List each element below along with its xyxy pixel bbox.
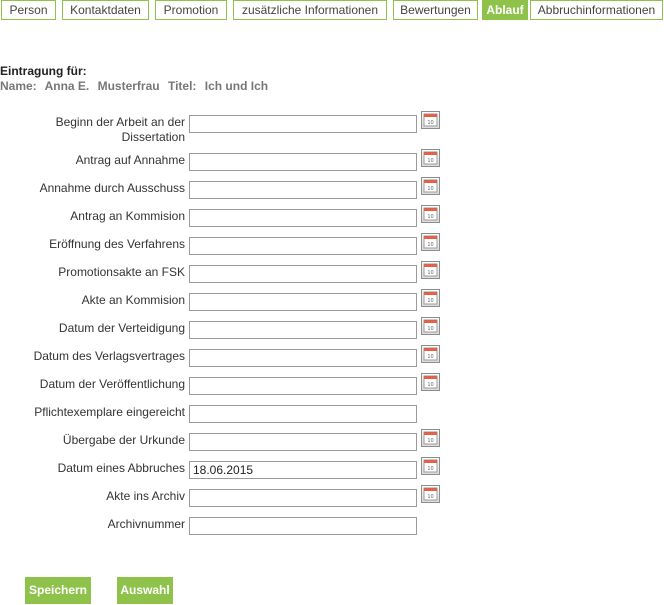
field-label-line: Datum der Veröffentlichung xyxy=(39,377,185,391)
svg-text:10: 10 xyxy=(427,214,433,220)
field-label: Datum der Verteidigung xyxy=(59,321,185,336)
date-input[interactable] xyxy=(189,153,417,171)
tab-promotion[interactable]: Promotion xyxy=(155,0,227,20)
field-label: Datum des Verlagsvertrages xyxy=(34,349,185,364)
calendar-icon[interactable]: 10 xyxy=(421,373,440,391)
field-label-line: Eröffnung des Verfahrens xyxy=(49,237,185,251)
entry-title: Eintragung für: xyxy=(0,64,87,78)
svg-text:10: 10 xyxy=(427,494,433,500)
calendar-icon[interactable]: 10 xyxy=(421,177,440,195)
svg-text:10: 10 xyxy=(427,120,433,126)
date-input[interactable] xyxy=(189,265,417,283)
tab-person[interactable]: Person xyxy=(1,0,56,20)
field-label-line: Datum des Verlagsvertrages xyxy=(33,349,185,363)
date-input[interactable] xyxy=(189,405,417,423)
field-label: Akte ins Archiv xyxy=(106,489,185,504)
field-label-line: Archivnummer xyxy=(107,517,185,531)
entry-info: Eintragung für: Name: Anna E. Musterfrau… xyxy=(0,64,273,93)
date-input[interactable] xyxy=(189,321,417,339)
date-input[interactable] xyxy=(189,209,417,227)
calendar-icon[interactable]: 10 xyxy=(421,111,440,129)
field-label-line: Beginn der Arbeit an der xyxy=(55,115,185,129)
date-input[interactable] xyxy=(189,433,417,451)
field-label: Promotionsakte an FSK xyxy=(58,265,185,280)
name-value: Anna E. xyxy=(44,79,90,93)
field-label: Akte an Kommision xyxy=(82,293,185,308)
tab-zusaetzliche-informationen[interactable]: zusätzliche Informationen xyxy=(233,0,387,20)
svg-text:10: 10 xyxy=(427,354,433,360)
field-label-line: Pflichtexemplare eingereicht xyxy=(34,405,185,419)
entry-name-line: Name: Anna E. Musterfrau Titel: Ich und … xyxy=(0,79,273,93)
field-label-line: Antrag auf Annahme xyxy=(75,153,185,167)
svg-text:10: 10 xyxy=(427,158,433,164)
field-label-line: Promotionsakte an FSK xyxy=(58,265,185,279)
tab-bar: Person Kontaktdaten Promotion zusätzlich… xyxy=(0,0,664,22)
field-label: Datum der Veröffentlichung xyxy=(40,377,185,392)
field-label: Pflichtexemplare eingereicht xyxy=(34,405,185,420)
svg-text:10: 10 xyxy=(427,270,433,276)
svg-text:10: 10 xyxy=(427,438,433,444)
date-input[interactable] xyxy=(189,517,417,535)
field-label: Antrag an Kommision xyxy=(70,209,185,224)
tab-abbruchinformationen[interactable]: Abbruchinformationen xyxy=(530,0,663,20)
date-input[interactable] xyxy=(189,115,417,133)
tab-kontaktdaten[interactable]: Kontaktdaten xyxy=(62,0,149,20)
field-label: Übergabe der Urkunde xyxy=(63,433,185,448)
calendar-icon[interactable]: 10 xyxy=(421,261,440,279)
calendar-icon[interactable]: 10 xyxy=(421,457,440,475)
field-label-line: Datum der Verteidigung xyxy=(58,321,185,335)
date-input[interactable] xyxy=(189,377,417,395)
svg-text:10: 10 xyxy=(427,242,433,248)
calendar-icon[interactable]: 10 xyxy=(421,485,440,503)
date-input[interactable] xyxy=(189,237,417,255)
calendar-icon[interactable]: 10 xyxy=(421,317,440,335)
calendar-icon[interactable]: 10 xyxy=(421,345,440,363)
field-label-line: Annahme durch Ausschuss xyxy=(39,181,185,195)
svg-text:10: 10 xyxy=(427,382,433,388)
save-button[interactable]: Speichern xyxy=(25,577,91,604)
date-input[interactable] xyxy=(189,461,417,479)
title-value: Ich und Ich xyxy=(204,79,269,93)
date-input[interactable] xyxy=(189,181,417,199)
field-label: Eröffnung des Verfahrens xyxy=(49,237,185,252)
field-label-line: Akte ins Archiv xyxy=(106,489,185,503)
field-label: Datum eines Abbruches xyxy=(58,461,185,476)
svg-text:10: 10 xyxy=(427,326,433,332)
field-label-line: Dissertation xyxy=(121,130,185,144)
surname-value: Musterfrau xyxy=(97,79,160,93)
tab-bewertungen[interactable]: Bewertungen xyxy=(393,0,478,20)
date-input[interactable] xyxy=(189,489,417,507)
field-label-line: Akte an Kommision xyxy=(81,293,185,307)
field-label-line: Übergabe der Urkunde xyxy=(62,433,185,447)
field-label: Beginn der Arbeit an der Dissertation xyxy=(56,115,185,145)
calendar-icon[interactable]: 10 xyxy=(421,205,440,223)
field-label: Annahme durch Ausschuss xyxy=(40,181,185,196)
calendar-icon[interactable]: 10 xyxy=(421,429,440,447)
calendar-icon[interactable]: 10 xyxy=(421,149,440,167)
name-label: Name: xyxy=(0,79,37,93)
date-input[interactable] xyxy=(189,349,417,367)
select-button[interactable]: Auswahl xyxy=(117,577,173,604)
date-input[interactable] xyxy=(189,293,417,311)
field-label: Antrag auf Annahme xyxy=(76,153,185,168)
title-label: Titel: xyxy=(167,79,197,93)
field-label-line: Datum eines Abbruches xyxy=(57,461,185,475)
tab-ablauf[interactable]: Ablauf xyxy=(482,0,528,20)
field-label-line: Antrag an Kommision xyxy=(70,209,185,223)
calendar-icon[interactable]: 10 xyxy=(421,233,440,251)
svg-text:10: 10 xyxy=(427,466,433,472)
calendar-icon[interactable]: 10 xyxy=(421,289,440,307)
svg-text:10: 10 xyxy=(427,186,433,192)
svg-text:10: 10 xyxy=(427,298,433,304)
field-label: Archivnummer xyxy=(108,517,185,532)
